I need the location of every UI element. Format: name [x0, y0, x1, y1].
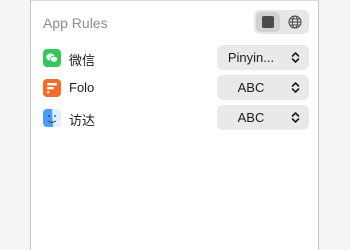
- app-name: 访达: [69, 113, 96, 128]
- rule-row-wechat: 微信 Pinyin...: [43, 45, 309, 71]
- select-value: Pinyin...: [227, 50, 275, 65]
- chevron-up-down-icon: [291, 52, 300, 63]
- chevron-up-down-icon: [291, 82, 300, 93]
- globe-icon: [288, 15, 302, 29]
- app-name: Folo: [69, 80, 95, 95]
- app-name: 微信: [69, 53, 96, 68]
- select-value: ABC: [237, 110, 265, 125]
- section-title: App Rules: [43, 15, 108, 31]
- folo-icon: [43, 79, 61, 97]
- settings-panel: App Rules 微信 Pinyin... Folo ABC 访达 ABC: [30, 0, 319, 250]
- rule-row-finder: 访达 ABC: [43, 105, 309, 131]
- wechat-icon: [43, 49, 61, 67]
- input-source-select[interactable]: Pinyin...: [217, 45, 309, 70]
- square-icon: [262, 16, 274, 28]
- input-source-select[interactable]: ABC: [217, 105, 309, 130]
- select-value: ABC: [237, 80, 265, 95]
- rule-row-folo: Folo ABC: [43, 75, 309, 101]
- input-source-select[interactable]: ABC: [217, 75, 309, 100]
- chevron-up-down-icon: [291, 112, 300, 123]
- finder-icon: [43, 109, 61, 127]
- global-option[interactable]: [283, 12, 307, 32]
- per-app-option[interactable]: [256, 12, 280, 32]
- top-divider: [31, 0, 318, 1]
- scope-toggle[interactable]: [254, 10, 309, 34]
